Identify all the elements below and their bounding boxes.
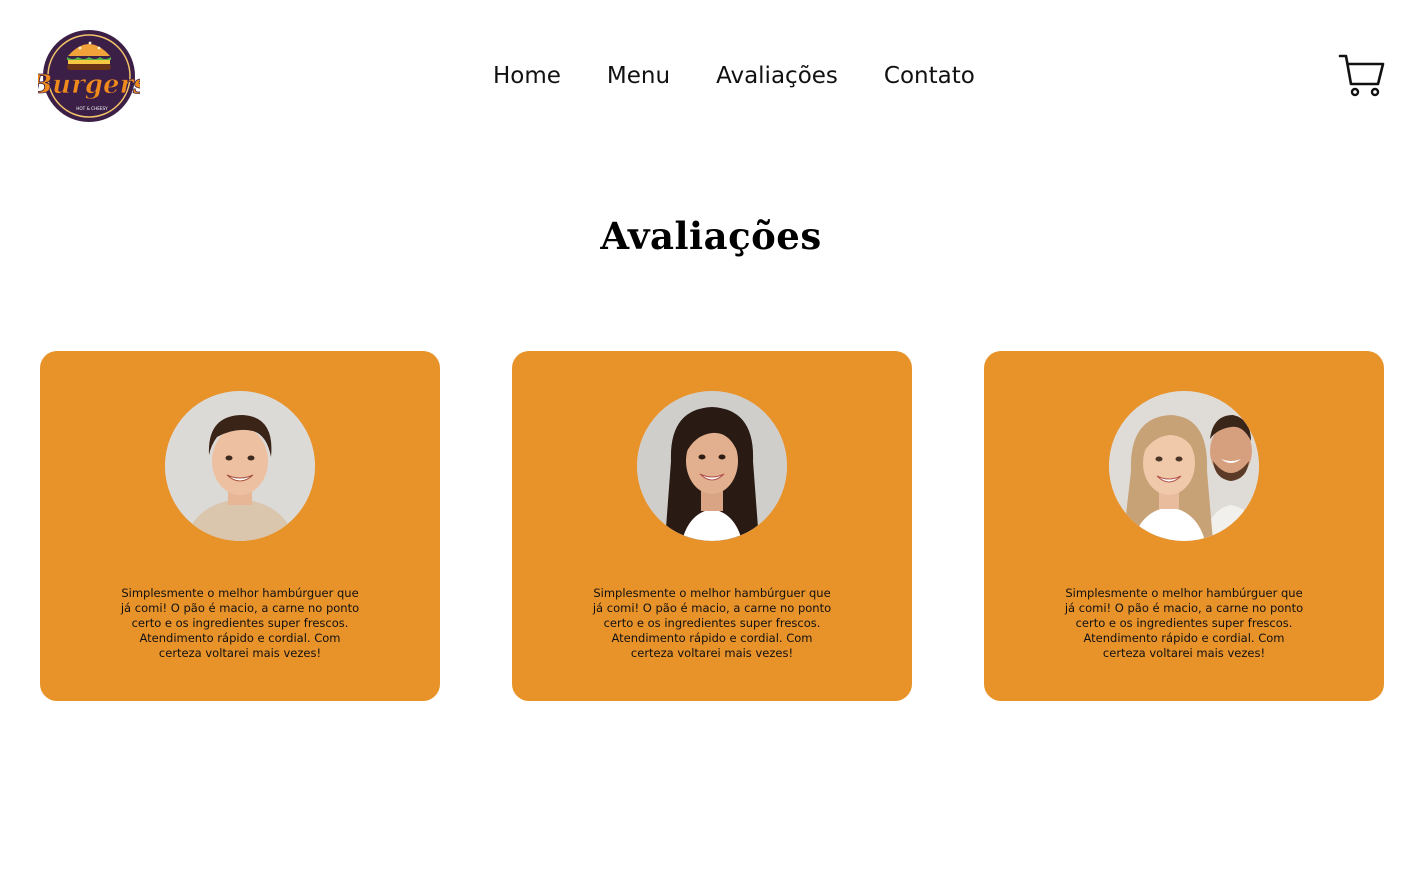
- nav-home[interactable]: Home: [493, 58, 561, 94]
- shopping-cart-icon[interactable]: [1338, 52, 1386, 98]
- logo-tagline: HOT & CHEESY: [76, 106, 108, 111]
- logo-wordmark: Burgers: [38, 70, 140, 100]
- avatar: [165, 391, 315, 541]
- burgers-logo[interactable]: Burgers HOT & CHEESY: [29, 26, 149, 124]
- avatar: [1109, 391, 1259, 541]
- review-card: Simplesmente o melhor hambúrguer que já …: [984, 351, 1384, 701]
- review-text: Simplesmente o melhor hambúrguer que já …: [592, 586, 832, 660]
- nav-menu[interactable]: Menu: [607, 58, 670, 94]
- nav-contato[interactable]: Contato: [884, 58, 975, 94]
- section-title: Avaliações: [600, 214, 822, 258]
- review-text: Simplesmente o melhor hambúrguer que já …: [120, 586, 360, 660]
- review-card: Simplesmente o melhor hambúrguer que já …: [512, 351, 912, 701]
- avatar: [637, 391, 787, 541]
- site-header: Burgers HOT & CHEESY Home Menu Avaliaçõe…: [0, 0, 1422, 150]
- review-card: Simplesmente o melhor hambúrguer que já …: [40, 351, 440, 701]
- nav-avaliacoes[interactable]: Avaliações: [716, 58, 838, 94]
- review-text: Simplesmente o melhor hambúrguer que já …: [1064, 586, 1304, 660]
